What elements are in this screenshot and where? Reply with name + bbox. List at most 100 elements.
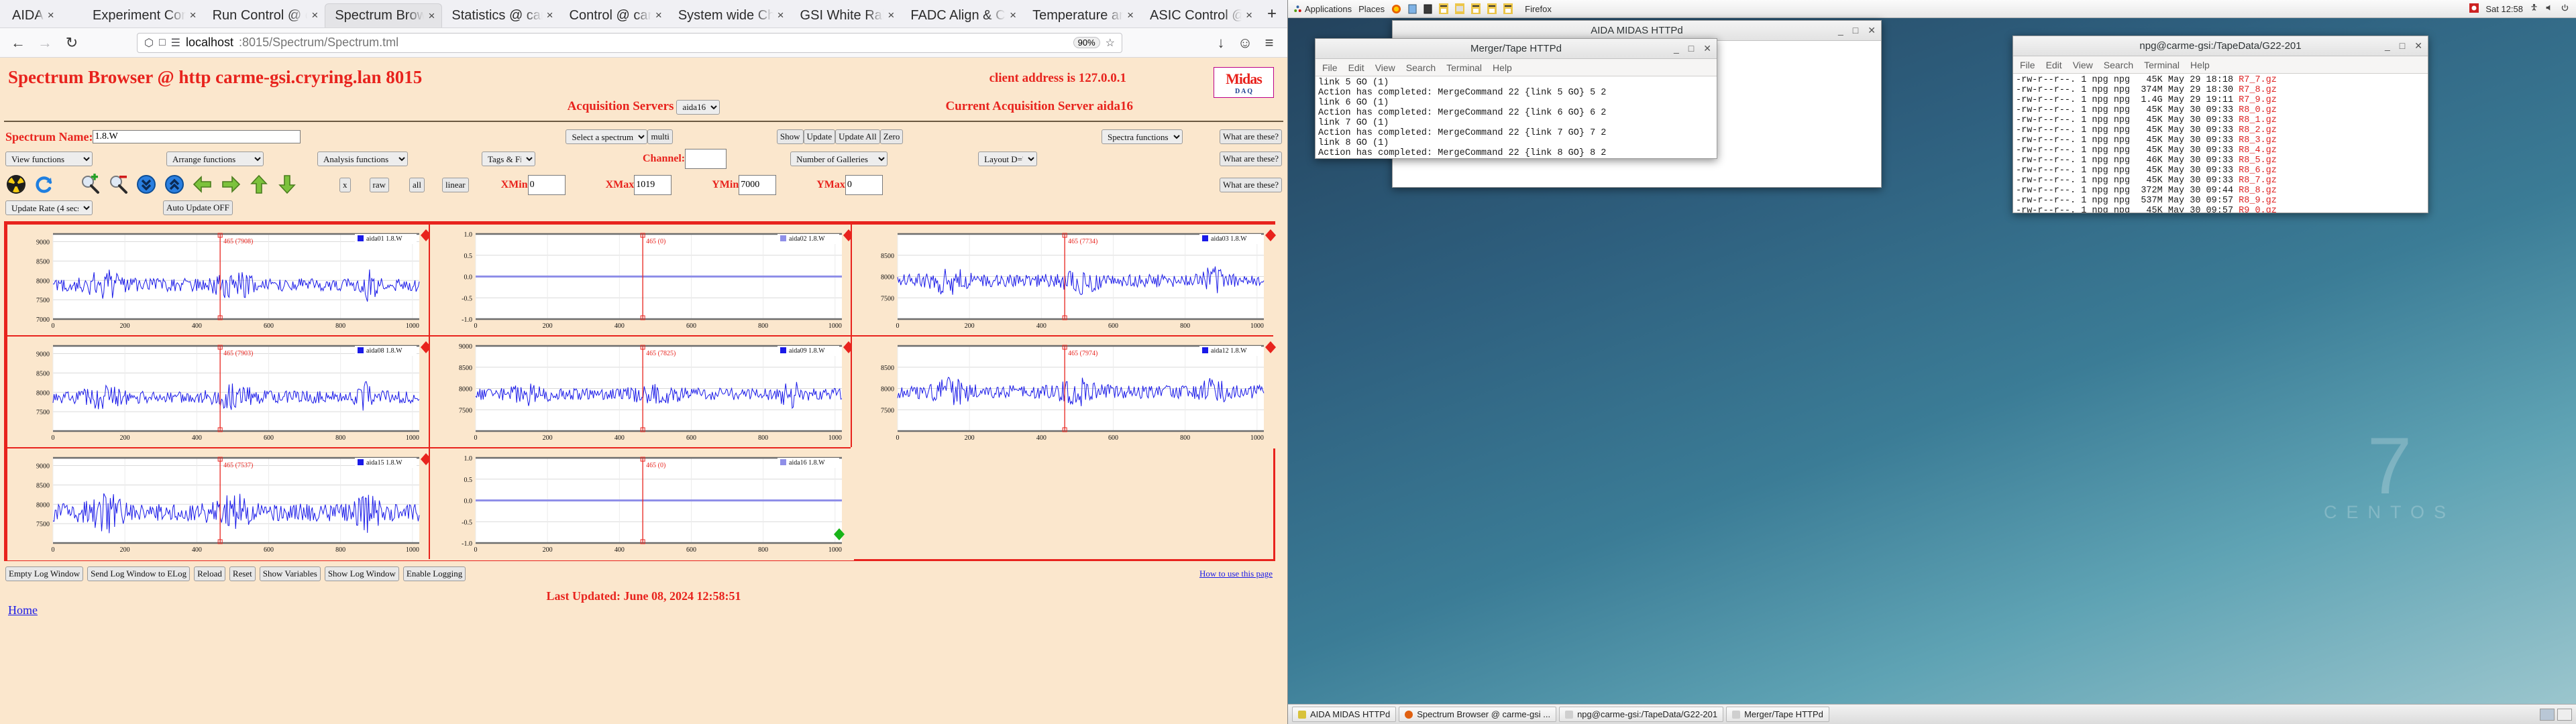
launcher-terminal-icon[interactable] [1424, 4, 1432, 14]
x-axis-button[interactable]: x [339, 178, 351, 192]
plot-4[interactable]: 7500 8000 8500 9000 0 200 400 600 800 1000 465 (79… [7, 337, 431, 448]
task-button-0[interactable]: AIDA MIDAS HTTPd [1292, 707, 1397, 722]
show-button[interactable]: Show [776, 129, 804, 144]
spectra-functions-dropdown[interactable]: Spectra functions [1101, 129, 1183, 144]
plot-cell-2[interactable]: -1.0 -0.5 0.0 0.5 1.0 0 200 400 600 800 1000 465 (0… [428, 223, 854, 337]
plot-cell-6[interactable]: 7500 8000 8500 0 200 400 600 800 1000 465 (7974) a… [851, 335, 1277, 448]
zero-button[interactable]: Zero [879, 129, 904, 144]
tab-close-icon[interactable]: × [311, 9, 318, 22]
plot-cell-5[interactable]: 7500 8000 8500 9000 0 200 400 600 800 1000 465 (78… [428, 335, 854, 448]
auto-update-toggle[interactable]: Auto Update OFF [163, 200, 233, 215]
expand-icon[interactable] [164, 174, 186, 196]
reset-button[interactable]: Reset [229, 566, 256, 581]
menu-file[interactable]: File [1322, 62, 1338, 73]
reload-button[interactable]: Reload [194, 566, 225, 581]
titlebar[interactable]: npg@carme-gsi:/TapeData/G22-201 _ □ ✕ [2013, 36, 2428, 56]
plot-2[interactable]: -1.0 -0.5 0.0 0.5 1.0 0 200 400 600 800 1000 465 (0… [429, 225, 854, 337]
plot-cell-3[interactable]: 7500 8000 8500 0 200 400 600 800 1000 465 (7734) a… [851, 223, 1277, 337]
maximize-icon[interactable]: □ [1853, 25, 1858, 36]
tab-close-icon[interactable]: × [547, 9, 553, 22]
menu-edit[interactable]: Edit [1348, 62, 1364, 73]
accessibility-icon[interactable] [2530, 3, 2538, 14]
tab-6[interactable]: System wide Check × [669, 3, 791, 27]
update-all-button[interactable]: Update All [835, 129, 880, 144]
page-info-icon[interactable]: □ [159, 37, 166, 49]
number-of-galleries-dropdown[interactable]: Number of Galleries [790, 152, 888, 166]
maximize-icon[interactable]: □ [2400, 40, 2405, 52]
acquisition-servers-select[interactable]: aida16 [676, 99, 720, 115]
ymin-input[interactable] [739, 175, 777, 195]
tray-alert-icon[interactable] [2469, 3, 2479, 15]
update-rate-dropdown[interactable]: Update Rate (4 secs) [5, 200, 93, 215]
window-icon-merger[interactable] [1471, 3, 1481, 14]
plot-8[interactable]: -1.0 -0.5 0.0 0.5 1.0 0 200 400 600 800 1000 465 (0… [429, 448, 854, 560]
window-icon-aida-midas[interactable] [1439, 3, 1449, 14]
menu-search[interactable]: Search [2104, 60, 2133, 70]
show-variables-button[interactable]: Show Variables [259, 566, 321, 581]
window-icon-extra2[interactable] [1503, 3, 1513, 14]
task-button-3[interactable]: Merger/Tape HTTPd [1726, 707, 1829, 722]
plot-1[interactable]: 7000 7500 8000 8500 9000 0 200 400 600 800 1000 465… [7, 225, 431, 337]
xmin-input[interactable] [527, 175, 566, 195]
plot-7[interactable]: 7500 8000 8500 9000 0 200 400 600 800 1000 465 (75… [7, 448, 431, 560]
terminal-output[interactable]: link 5 GO (1) Action has completed: Merg… [1316, 76, 1717, 158]
all-button[interactable]: all [409, 178, 425, 192]
window-icon-tapedata[interactable] [1455, 3, 1465, 14]
channel-input[interactable] [685, 149, 727, 169]
downloads-icon[interactable]: ↓ [1212, 34, 1230, 52]
plot-cell-8[interactable]: -1.0 -0.5 0.0 0.5 1.0 0 200 400 600 800 1000 465 (0… [428, 447, 854, 560]
arrow-up-icon[interactable] [248, 174, 271, 196]
arrow-down-icon[interactable] [276, 174, 299, 196]
analysis-functions-dropdown[interactable]: Analysis functions [317, 152, 408, 166]
refresh-icon[interactable] [34, 174, 56, 196]
menu-edit[interactable]: Edit [2046, 60, 2062, 70]
plot-6[interactable]: 7500 8000 8500 0 200 400 600 800 1000 465 (7974) a… [852, 337, 1277, 448]
tags-fits-dropdown[interactable]: Tags & Fits [482, 152, 535, 166]
show-log-window-button[interactable]: Show Log Window [324, 566, 399, 581]
tab-5[interactable]: Control @ carme × [560, 3, 669, 27]
select-spectrum-dropdown[interactable]: Select a spectrum [566, 129, 648, 144]
tab-1[interactable]: Experiment Control × [83, 3, 203, 27]
zoom-out-icon[interactable] [107, 174, 130, 196]
close-icon[interactable]: ✕ [1868, 25, 1876, 36]
plot-cell-7[interactable]: 7500 8000 8500 9000 0 200 400 600 800 1000 465 (75… [6, 447, 431, 560]
maximize-icon[interactable]: □ [1688, 43, 1694, 54]
power-icon[interactable] [2561, 3, 2569, 14]
multi-button[interactable]: multi [647, 129, 673, 144]
tab-close-icon[interactable]: × [655, 9, 662, 22]
menu-terminal[interactable]: Terminal [1446, 62, 1482, 73]
tab-9[interactable]: Temperature and c × [1023, 3, 1140, 27]
plot-3[interactable]: 7500 8000 8500 0 200 400 600 800 1000 465 (7734) a… [852, 225, 1277, 337]
reload-icon[interactable]: ↻ [63, 34, 80, 52]
tab-3-active[interactable]: Spectrum Browser × [325, 3, 443, 27]
clock[interactable]: Sat 12:58 [2485, 4, 2523, 14]
menu-view[interactable]: View [2073, 60, 2093, 70]
shield-icon[interactable]: ⬡ [144, 36, 154, 50]
home-link[interactable]: Home [0, 597, 38, 617]
tab-0[interactable]: AIDA × [3, 3, 83, 27]
tab-close-icon[interactable]: × [48, 9, 54, 22]
menu-search[interactable]: Search [1406, 62, 1436, 73]
menu-help[interactable]: Help [1493, 62, 1512, 73]
menu-view[interactable]: View [1375, 62, 1395, 73]
tab-7[interactable]: GSI White Rabbit × [791, 3, 902, 27]
new-tab-button[interactable]: + [1259, 5, 1285, 27]
collapse-icon[interactable] [136, 174, 158, 196]
tab-8[interactable]: FADC Align & Control × [901, 3, 1023, 27]
forward-icon[interactable]: → [36, 34, 54, 52]
update-button[interactable]: Update [803, 129, 836, 144]
how-to-use-link[interactable]: How to use this page [1199, 568, 1273, 579]
window-icon-extra1[interactable] [1487, 3, 1497, 14]
menu-terminal[interactable]: Terminal [2144, 60, 2180, 70]
tab-close-icon[interactable]: × [190, 9, 197, 22]
tab-close-icon[interactable]: × [888, 9, 894, 22]
tab-2[interactable]: Run Control @ carme × [203, 3, 325, 27]
send-log-to-elog-button[interactable]: Send Log Window to ELog [87, 566, 191, 581]
tab-close-icon[interactable]: × [428, 9, 435, 23]
active-app-name[interactable]: Firefox [1525, 4, 1552, 14]
spectrum-name-input[interactable] [93, 130, 301, 143]
applications-menu[interactable]: Applications [1293, 4, 1352, 14]
tab-close-icon[interactable]: × [1010, 9, 1016, 22]
address-bar[interactable]: ⬡ □ ☰ localhost:8015/Spectrum/Spectrum.t… [137, 32, 1122, 53]
ymax-input[interactable] [845, 175, 883, 195]
